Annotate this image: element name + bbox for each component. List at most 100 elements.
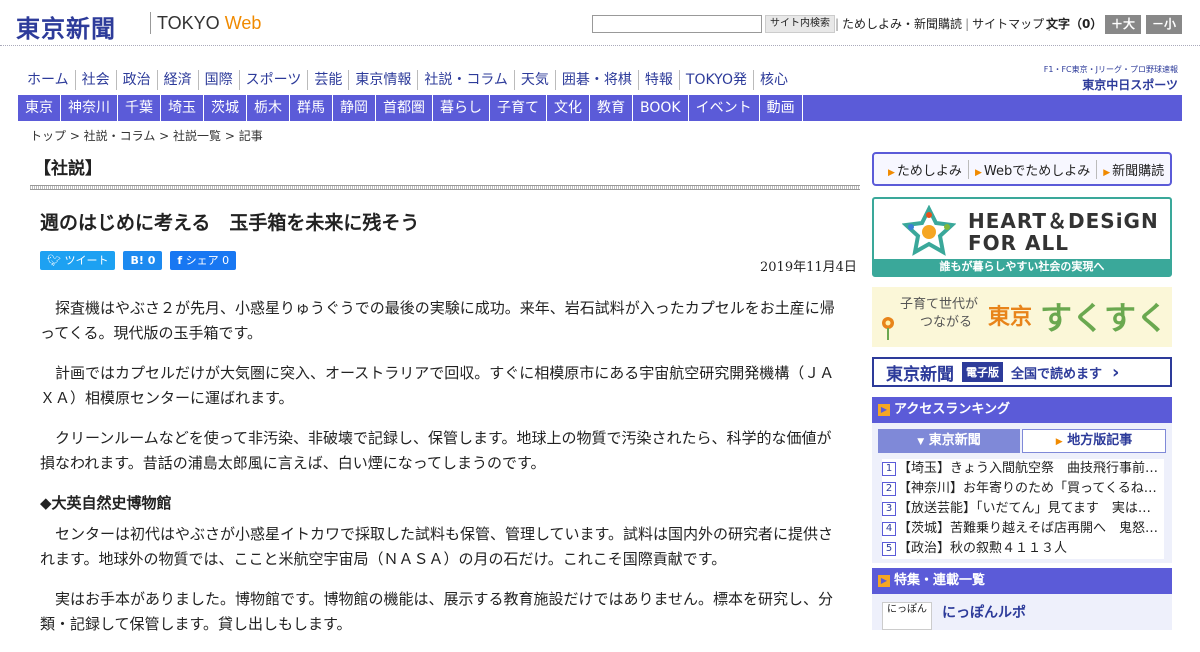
nav-kakushin[interactable]: 核心 xyxy=(752,70,794,90)
web-trial-link[interactable]: ▶ Webでためしよみ xyxy=(967,159,1096,179)
chunichi-sports-banner[interactable]: F1・FC東京・Jリーグ・プロ野球速報 東京中日スポーツ xyxy=(1026,64,1178,92)
article-body: 探査機はやぶさ２が先月、小惑星りゅうぐうでの最後の実験に成功。来年、岩石試料が入… xyxy=(40,296,845,652)
font-size-label: 文字（0） xyxy=(1046,17,1103,31)
subscription-links: ▶ ためしよみ ▶ Webでためしよみ ▶ 新聞購読 xyxy=(872,152,1172,186)
nav-editorial-column[interactable]: 社説・コラム xyxy=(417,70,514,90)
facebook-share-button[interactable]: f シェア 0 xyxy=(170,251,237,270)
ranking-item[interactable]: 1 【埼玉】きょう入間航空祭 曲技飛行事前… xyxy=(882,459,1164,479)
trial-link[interactable]: ▶ ためしよみ xyxy=(882,160,968,179)
digital-edition-banner[interactable]: 東京新聞 電子版 全国で読めます › xyxy=(872,357,1172,387)
nav-sub-parenting[interactable]: 子育て xyxy=(490,95,547,121)
tweet-button[interactable]: 🐦︎ ツイート xyxy=(40,251,116,270)
nav-home[interactable]: ホーム xyxy=(22,70,75,90)
nav-special-report[interactable]: 特報 xyxy=(637,70,679,90)
logo-divider xyxy=(150,12,151,34)
ranking-tab-tokyo[interactable]: ▼ 東京新聞 xyxy=(878,429,1020,453)
sukusuku-tagline-2: つながる xyxy=(920,315,973,330)
nav-tokyo-info[interactable]: 東京情報 xyxy=(348,70,417,90)
font-size-decrease-button[interactable]: －小 xyxy=(1146,15,1182,34)
search-input[interactable] xyxy=(592,15,762,33)
nav-tokyo-hatsu[interactable]: TOKYO発 xyxy=(678,70,753,90)
nav-sub-video[interactable]: 動画 xyxy=(760,95,803,121)
article-subheading: ◆大英自然史博物館 xyxy=(40,494,172,512)
nav-sub-shizuoka[interactable]: 静岡 xyxy=(333,95,376,121)
nav-sub-shutoken[interactable]: 首都圏 xyxy=(376,95,433,121)
share-label: シェア 0 xyxy=(185,254,230,267)
site-search-button[interactable]: サイト内検索 xyxy=(765,15,835,33)
site-logo[interactable]: 東京新聞 xyxy=(16,9,116,44)
twitter-bird-icon: 🐦︎ xyxy=(47,254,61,267)
ranking-item-text: 【埼玉】きょう入間航空祭 曲技飛行事前… xyxy=(898,461,1159,476)
heart-design-logo-icon xyxy=(902,205,956,256)
subscribe-link[interactable]: ▶ 新聞購読 xyxy=(1096,159,1170,179)
article-paragraph: クリーンルームなどを使って非汚染、非破壊で記録し、保管します。地球上の物質で汚染… xyxy=(40,429,832,472)
nav-sub-tokyo[interactable]: 東京 xyxy=(18,95,61,121)
feature-item-link[interactable]: にっぽんルポ xyxy=(942,602,1026,622)
ranking-item-text: 【政治】秋の叙勲４１１３人 xyxy=(898,541,1068,556)
arrow-right-icon: ▶ xyxy=(878,575,890,587)
nav-politics[interactable]: 政治 xyxy=(115,70,157,90)
heart-design-title: HEART＆DESiGN xyxy=(968,209,1159,233)
nav-sub-chiba[interactable]: 千葉 xyxy=(118,95,161,121)
nav-economy[interactable]: 経済 xyxy=(156,70,198,90)
nav-sub-living[interactable]: 暮らし xyxy=(433,95,490,121)
site-header: 東京新聞 TOKYO Web サイト内検索 | ためしよみ・新聞購読 | サイトマップ… xyxy=(0,0,1200,46)
ranking-item[interactable]: 2 【神奈川】お年寄りのため「買ってくるね… xyxy=(882,479,1164,499)
nav-sub-culture[interactable]: 文化 xyxy=(547,95,590,121)
chevron-right-icon: › xyxy=(1112,361,1120,383)
header-link-sitemap[interactable]: サイトマップ xyxy=(972,17,1044,31)
nav-society[interactable]: 社会 xyxy=(74,70,116,90)
tokyo-sukusuku-banner[interactable]: 子育て世代が つながる 東京 すくすく xyxy=(872,287,1172,347)
heart-design-banner[interactable]: HEART＆DESiGN FOR ALL 誰もが暮らしやすい社会の実現へ xyxy=(872,197,1172,277)
nav-sub-kanagawa[interactable]: 神奈川 xyxy=(61,95,118,121)
trial-link-label: ためしよみ xyxy=(896,163,962,179)
triangle-down-icon: ▼ xyxy=(917,437,925,447)
header-link-trial[interactable]: ためしよみ・新聞購読 xyxy=(842,17,962,31)
nav-weather[interactable]: 天気 xyxy=(513,70,555,90)
arrow-right-icon: ▶ xyxy=(878,404,890,416)
ranking-header: ▶ アクセスランキング xyxy=(872,397,1172,423)
nav-international[interactable]: 国際 xyxy=(197,70,239,90)
nav-go-shogi[interactable]: 囲碁・将棋 xyxy=(554,70,638,90)
nav-sub-tochigi[interactable]: 栃木 xyxy=(247,95,290,121)
nav-entertainment[interactable]: 芸能 xyxy=(307,70,348,90)
sukusuku-logo: すくすく xyxy=(1040,299,1169,337)
tokyo-web-logo[interactable]: TOKYO Web xyxy=(157,13,261,34)
chunichi-logo: 東京中日スポーツ xyxy=(1082,78,1178,92)
sukusuku-tokyo: 東京 xyxy=(988,305,1033,330)
logo-tokyo-text: TOKYO xyxy=(157,13,220,33)
ranking-item[interactable]: 4 【茨城】苦難乗り越えそば店再開へ 鬼怒… xyxy=(882,519,1164,539)
ranking-item[interactable]: 3 【放送芸能】「いだてん」見てます 実は… xyxy=(882,499,1164,519)
social-buttons: 🐦︎ ツイート B! 0 f シェア 0 xyxy=(40,251,244,270)
nav-sub-saitama[interactable]: 埼玉 xyxy=(161,95,204,121)
heart-design-subtitle: FOR ALL xyxy=(968,231,1069,255)
features-panel: にっぽん にっぽんルポ xyxy=(872,594,1172,630)
feature-thumbnail[interactable]: にっぽん xyxy=(882,602,932,630)
font-size-increase-button[interactable]: ＋大 xyxy=(1105,15,1141,34)
arrow-right-icon: ▶ xyxy=(1103,167,1111,178)
section-title: 【社説】 xyxy=(34,159,102,179)
nav-sub-education[interactable]: 教育 xyxy=(590,95,633,121)
sukusuku-tagline: 子育て世代が つながる xyxy=(900,296,978,332)
web-trial-link-label: Webでためしよみ xyxy=(983,163,1091,179)
breadcrumb[interactable]: トップ > 社説・コラム > 社説一覧 > 記事 xyxy=(30,127,263,144)
nav-sub-gunma[interactable]: 群馬 xyxy=(290,95,333,121)
rank-number: 4 xyxy=(882,522,896,536)
ranking-tab-tokyo-label: 東京新聞 xyxy=(928,433,981,448)
nav-sub-event[interactable]: イベント xyxy=(689,95,760,121)
nav-sports[interactable]: スポーツ xyxy=(238,70,308,90)
nav-sub-ibaraki[interactable]: 茨城 xyxy=(204,95,247,121)
heart-design-caption: 誰もが暮らしやすい社会の実現へ xyxy=(874,259,1170,275)
ranking-item[interactable]: 5 【政治】秋の叙勲４１１３人 xyxy=(882,539,1164,559)
ranking-item-text: 【放送芸能】「いだてん」見てます 実は… xyxy=(898,501,1151,516)
ranking-tab-regional-label: 地方版記事 xyxy=(1067,433,1133,448)
features-header: ▶ 特集・連載一覧 xyxy=(872,568,1172,594)
hatena-bookmark-button[interactable]: B! 0 xyxy=(123,251,163,270)
article-paragraph: センターは初代はやぶさが小惑星イトカワで採取した試料も保管、管理しています。試料… xyxy=(40,525,834,568)
article-paragraph: 計画ではカプセルだけが大気圏に突入、オーストラリアで回収。すぐに相模原市にある宇… xyxy=(40,364,835,407)
article-date: 2019年11月4日 xyxy=(760,260,857,275)
nav-sub-book[interactable]: BOOK xyxy=(633,95,689,121)
ranking-item-text: 【神奈川】お年寄りのため「買ってくるね… xyxy=(898,481,1157,496)
tweet-label: ツイート xyxy=(64,254,109,267)
ranking-tab-regional[interactable]: ▶ 地方版記事 xyxy=(1022,429,1166,453)
